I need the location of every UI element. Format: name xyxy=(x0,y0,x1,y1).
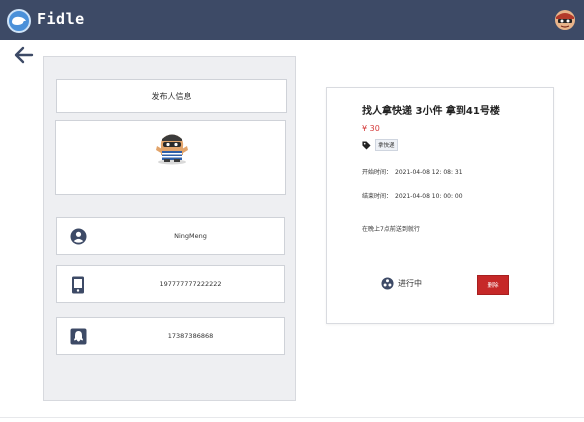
publisher-name-card: NingMeng xyxy=(56,217,285,255)
task-tag: 拿快递 xyxy=(375,139,398,151)
publisher-panel: 发布人信息 NingMeng 197777777222222 173873868… xyxy=(43,56,296,401)
publisher-qq-card: 17387386868 xyxy=(56,317,285,355)
back-button[interactable] xyxy=(14,46,34,64)
task-card: 找人拿快递 3小件 拿到41号楼 ¥ 30 拿快递 开始时间： 2021-04-0… xyxy=(326,87,554,324)
delete-button[interactable]: 删除 xyxy=(477,275,509,295)
publisher-phone-card: 197777777222222 xyxy=(56,265,285,303)
publisher-qq: 17387386868 xyxy=(167,332,214,340)
publisher-title: 发布人信息 xyxy=(56,79,287,113)
end-time-value: 2021-04-08 10: 00: 00 xyxy=(395,193,463,200)
task-status: 进行中 xyxy=(381,276,422,290)
publisher-avatar xyxy=(152,127,192,169)
user-avatar[interactable] xyxy=(554,9,576,31)
app-header: Fidle xyxy=(0,0,584,40)
tag-icon xyxy=(362,140,371,150)
arrow-left-icon xyxy=(14,46,34,64)
start-time-value: 2021-04-08 12: 08: 31 xyxy=(395,169,463,176)
end-time-row: 结束时间： 2021-04-08 10: 00: 00 xyxy=(362,191,463,200)
task-description: 在晚上7点前送到就行 xyxy=(362,226,420,233)
task-tag-row: 拿快递 xyxy=(362,139,398,151)
end-time-label: 结束时间： xyxy=(362,193,393,200)
task-title: 找人拿快递 3小件 拿到41号楼 xyxy=(362,106,500,117)
start-time-label: 开始时间： xyxy=(362,169,393,176)
app-name[interactable]: Fidle xyxy=(37,10,85,28)
phone-icon xyxy=(72,276,84,294)
qq-icon xyxy=(70,328,87,345)
publisher-avatar-card xyxy=(55,120,286,195)
user-circle-icon xyxy=(70,228,87,245)
task-price: ¥ 30 xyxy=(362,124,380,133)
status-icon xyxy=(381,276,394,290)
start-time-row: 开始时间： 2021-04-08 12: 08: 31 xyxy=(362,167,463,176)
task-status-label: 进行中 xyxy=(398,278,422,288)
app-logo-icon[interactable] xyxy=(7,9,31,33)
page-divider xyxy=(0,417,584,418)
publisher-name: NingMeng xyxy=(174,232,207,240)
publisher-phone: 197777777222222 xyxy=(159,280,222,288)
